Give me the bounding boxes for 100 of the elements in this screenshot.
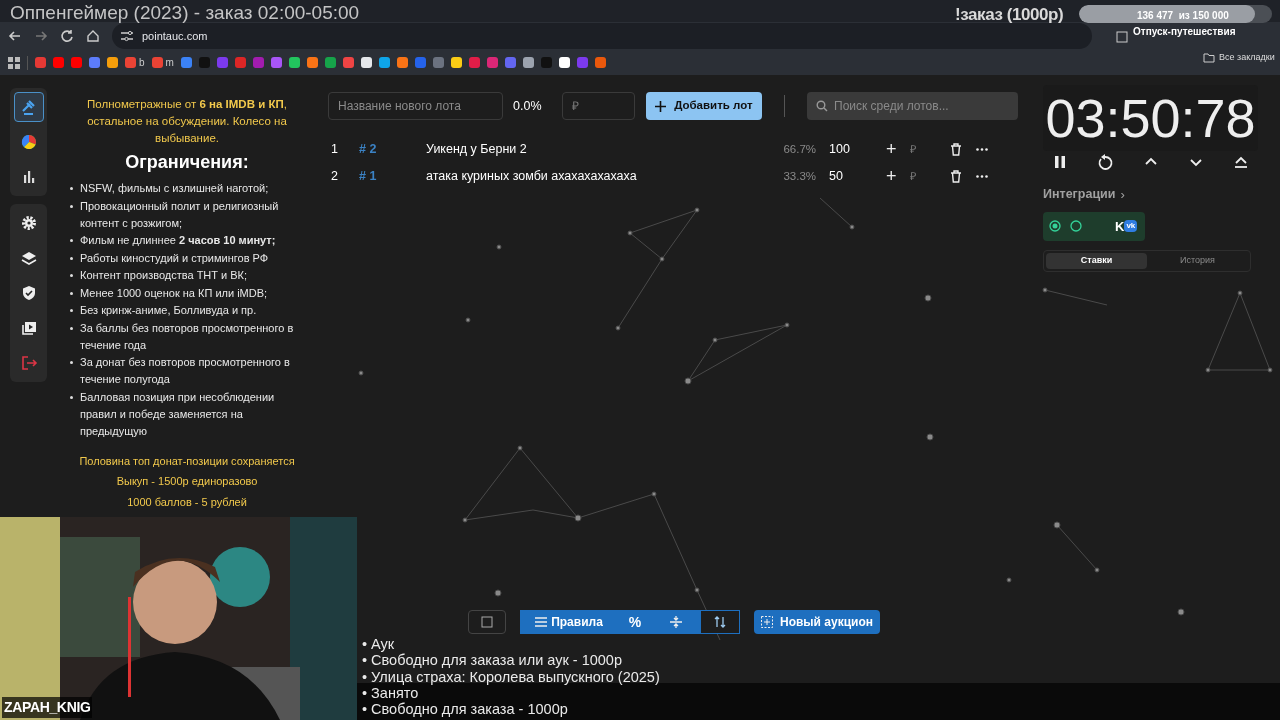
integrations-title[interactable]: Интеграции [1043, 185, 1116, 205]
rules-intro: Полнометражные от 6 на IMDB и КП, остальное на обсуждении. Колесо на выбывание. [86, 97, 288, 146]
ticker-line: • Аук [362, 636, 396, 653]
layers-icon [19, 249, 38, 267]
lot-name: атака куриных зомби ахахахахахаха [426, 168, 638, 186]
bullet-icon [70, 256, 73, 260]
add-box-icon [761, 616, 773, 628]
bullet-icon [70, 361, 73, 364]
rule-note: Выкуп - 1500р единоразово [116, 474, 258, 489]
video-library-icon [19, 319, 38, 337]
toolbar-button[interactable] [700, 610, 740, 634]
bullet-icon [70, 309, 73, 312]
bullet-icon [70, 204, 73, 208]
all-bookmarks-link[interactable]: Все закладки [1219, 51, 1275, 65]
square-icon [481, 616, 493, 628]
logout-icon [19, 354, 38, 372]
chevron-text[interactable]: › [1120, 185, 1125, 205]
back-icon[interactable] [8, 29, 22, 43]
bullet-icon [70, 291, 73, 295]
ticker-line: • Свободно для заказа - 1000р [362, 701, 569, 718]
pie-chart-icon [19, 133, 38, 151]
bullet-icon [70, 187, 73, 190]
bookmark-icon[interactable] [360, 57, 372, 68]
bookmark-label[interactable]: m [165, 55, 174, 70]
logo-text: K [1115, 219, 1125, 233]
rule-note: 1000 баллов - 5 рублей [127, 494, 247, 510]
lot-amount: 100 [828, 141, 851, 159]
trash-icon[interactable] [950, 143, 962, 156]
lot-percent: 66.7% [782, 141, 816, 157]
compress-icon [670, 616, 682, 628]
rule-note: Половина топ донат-позиции сохраняется [79, 453, 295, 469]
goal-name: Отпуск-путешествия [1133, 25, 1236, 39]
address-bar[interactable]: pointauc.com [112, 23, 1092, 49]
plus-icon [655, 100, 667, 112]
ticker-line: • Улица страха: Королева выпускного (2025) [362, 668, 660, 685]
tab[interactable]: Ставки [1046, 252, 1147, 269]
new-auction-button[interactable]: Новый аукцион [754, 610, 880, 634]
currency-button[interactable]: ₽ [910, 141, 950, 158]
percent-button[interactable]: % [618, 610, 652, 634]
lot-position: 2 [330, 168, 339, 186]
lot-amount: 50 [828, 168, 844, 186]
amount-field[interactable]: ₽ [561, 92, 635, 120]
order-label: !заказ (1000р) [955, 4, 1064, 26]
forward-icon[interactable] [34, 29, 48, 43]
bullet-icon [70, 326, 73, 330]
folder-icon [1203, 52, 1215, 63]
search-icon [816, 100, 828, 112]
rules-button[interactable]: Правила [520, 610, 618, 634]
bookmark-icon[interactable] [558, 57, 570, 68]
logo-text: vk [1124, 220, 1138, 232]
rule-text: Балловая позиция при несоблюдении правил и победе заменяется на предыдущую [80, 389, 276, 439]
reload-icon[interactable] [60, 29, 74, 43]
more-icon[interactable] [976, 175, 988, 178]
rule-text: Без кринж-аниме, Болливуда и пр. [80, 303, 257, 318]
bookmark-icon[interactable] [522, 57, 534, 68]
add-amount-button[interactable]: + [886, 136, 910, 163]
stream-title-text: Оппенгеймер (2023) - заказ 02:00-05:00 [10, 1, 360, 25]
rule-text: Фильм не длиннее 2 часов 10 минут; [80, 233, 276, 248]
lot-id: # 2 [358, 141, 378, 159]
lot-position: 1 [330, 141, 339, 159]
timer-display: 03:50:78 [1043, 85, 1258, 151]
bullet-icon [70, 239, 73, 242]
rule-text: Провокационный полит и религиозный контент с розжигом; [80, 198, 280, 231]
trash-icon[interactable] [950, 170, 962, 183]
lot-name: Уикенд у Берни 2 [426, 141, 528, 159]
rules-heading: Ограничения: [125, 151, 249, 174]
settings-icon [19, 214, 38, 232]
lot-name-field[interactable]: Название нового лота [328, 92, 503, 120]
bookmark-icon[interactable] [288, 57, 300, 68]
webcam-caption: ZAPAH_KNIG [2, 697, 93, 718]
sort-icon [714, 616, 726, 628]
rule-text: Работы киностудий и стримингов РФ [80, 250, 269, 266]
bookmark-label[interactable]: b [139, 55, 145, 70]
apps-grid-icon[interactable] [8, 56, 20, 69]
restart-icon[interactable] [1096, 153, 1115, 171]
more-icon[interactable] [976, 148, 988, 151]
ticker-line: • Занято [362, 684, 419, 702]
toolbar-button[interactable] [468, 610, 506, 634]
rule-text: Менее 1000 оценок на КП или iMDB; [80, 285, 268, 301]
rule-text: За донат без повторов просмотренного в течение полугода [80, 355, 291, 387]
currency-button[interactable]: ₽ [910, 168, 950, 185]
toolbar-button[interactable] [652, 610, 700, 634]
sidebar-button[interactable] [13, 92, 44, 122]
search-field[interactable]: Поиск среди лотов... [807, 92, 1018, 120]
add-lot-button[interactable]: Добавить лот [645, 92, 763, 120]
percent-text: 0.0% [513, 97, 543, 115]
tab[interactable]: История [1147, 252, 1248, 269]
home-icon[interactable] [86, 29, 100, 43]
list-icon [535, 617, 548, 627]
rule-text: NSFW, фильмы с излишней наготой; [80, 181, 269, 196]
url-text: pointauc.com [142, 28, 208, 44]
site-settings-icon[interactable] [120, 30, 134, 42]
lot-id: # 1 [358, 168, 378, 186]
translate-icon[interactable] [1116, 31, 1128, 43]
rule-text: За баллы без повторов просмотренного в течение года [80, 320, 295, 353]
rule-text: Контент производства ТНТ и ВК; [80, 268, 248, 283]
goal-reading: 136 477 из 150 000 [1137, 9, 1229, 23]
bookmark-icon[interactable] [450, 57, 462, 68]
add-amount-button[interactable]: + [886, 163, 910, 190]
bullet-icon [70, 395, 73, 399]
